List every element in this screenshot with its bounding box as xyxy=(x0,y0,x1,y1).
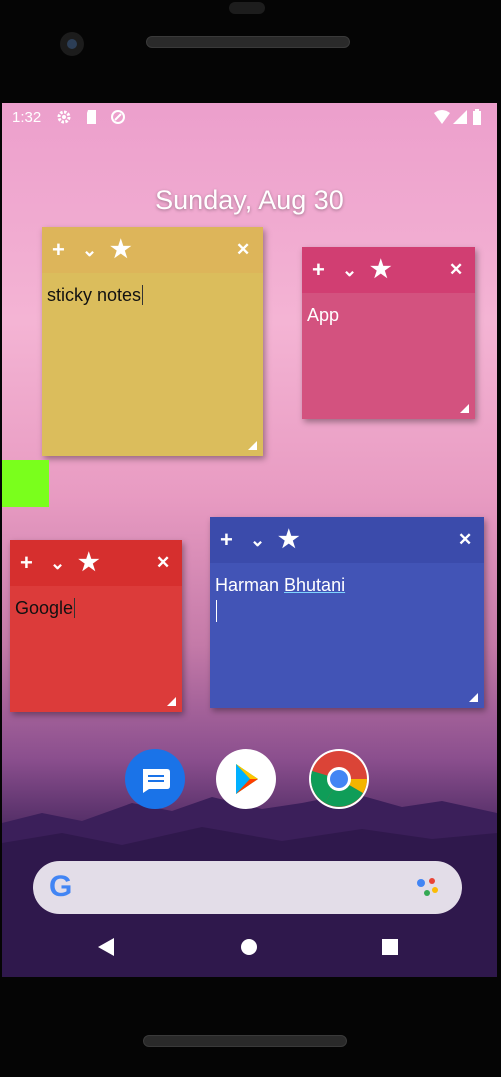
add-note-icon[interactable]: + xyxy=(20,549,33,577)
collapse-chevron-icon[interactable]: ⌄ xyxy=(82,236,97,264)
top-speaker xyxy=(229,2,265,14)
collapse-chevron-icon[interactable]: ⌄ xyxy=(50,549,65,577)
data-saver-icon xyxy=(111,110,125,124)
resize-handle-icon[interactable] xyxy=(167,697,176,706)
resize-handle-icon[interactable] xyxy=(460,404,469,413)
cell-signal-icon xyxy=(453,110,467,124)
google-assistant-icon[interactable] xyxy=(415,875,441,899)
add-note-icon[interactable]: + xyxy=(220,526,233,554)
status-bar: 1:32 xyxy=(2,103,497,131)
bottom-speaker-grill xyxy=(143,1035,347,1047)
star-icon[interactable]: ★ xyxy=(370,256,392,284)
front-camera xyxy=(60,32,84,56)
sticky-note-widget[interactable]: + ⌄ ★ ✕ Harman Bhutani xyxy=(210,517,484,708)
resize-handle-icon[interactable] xyxy=(469,693,478,702)
play-store-icon[interactable] xyxy=(216,749,276,809)
green-square xyxy=(2,460,49,507)
add-note-icon[interactable]: + xyxy=(52,236,65,264)
note-text[interactable]: Harman Bhutani xyxy=(215,575,345,622)
recents-icon[interactable] xyxy=(378,935,402,959)
google-logo-icon: G xyxy=(49,870,73,903)
resize-handle-icon[interactable] xyxy=(248,441,257,450)
phone-frame: 1:32 Sunday, Aug 30 + ⌄ ★ ✕ sticky notes… xyxy=(0,0,501,1077)
collapse-chevron-icon[interactable]: ⌄ xyxy=(250,526,265,554)
google-search-bar[interactable]: G xyxy=(33,861,462,914)
note-text[interactable]: sticky notes xyxy=(47,285,144,306)
messages-icon[interactable] xyxy=(125,749,185,809)
sticky-note-widget[interactable]: + ⌄ ★ ✕ App xyxy=(302,247,475,419)
sd-card-icon xyxy=(87,110,96,124)
sticky-note-widget[interactable]: + ⌄ ★ ✕ sticky notes xyxy=(42,227,263,456)
note-toolbar: + ⌄ ★ ✕ xyxy=(42,227,263,273)
note-text[interactable]: Google xyxy=(15,598,76,619)
chrome-icon[interactable] xyxy=(309,749,369,809)
close-icon[interactable]: ✕ xyxy=(236,236,250,264)
note-toolbar: + ⌄ ★ ✕ xyxy=(302,247,475,293)
star-icon[interactable]: ★ xyxy=(110,236,132,264)
star-icon[interactable]: ★ xyxy=(278,526,300,554)
date-widget[interactable]: Sunday, Aug 30 xyxy=(2,185,497,216)
note-toolbar: + ⌄ ★ ✕ xyxy=(10,540,182,586)
note-text[interactable]: App xyxy=(307,305,339,326)
sticky-note-widget[interactable]: + ⌄ ★ ✕ Google xyxy=(10,540,182,712)
back-icon[interactable] xyxy=(94,935,118,959)
collapse-chevron-icon[interactable]: ⌄ xyxy=(342,256,357,284)
settings-gear-icon xyxy=(57,110,71,124)
add-note-icon[interactable]: + xyxy=(312,256,325,284)
close-icon[interactable]: ✕ xyxy=(449,256,463,284)
close-icon[interactable]: ✕ xyxy=(458,526,472,554)
home-screen: 1:32 Sunday, Aug 30 + ⌄ ★ ✕ sticky notes… xyxy=(2,103,497,977)
wifi-icon xyxy=(434,110,450,124)
battery-icon xyxy=(473,109,481,125)
earpiece-grill xyxy=(146,36,350,48)
star-icon[interactable]: ★ xyxy=(78,549,100,577)
close-icon[interactable]: ✕ xyxy=(156,549,170,577)
home-icon[interactable] xyxy=(237,935,261,959)
note-toolbar: + ⌄ ★ ✕ xyxy=(210,517,484,563)
status-time: 1:32 xyxy=(12,109,42,126)
